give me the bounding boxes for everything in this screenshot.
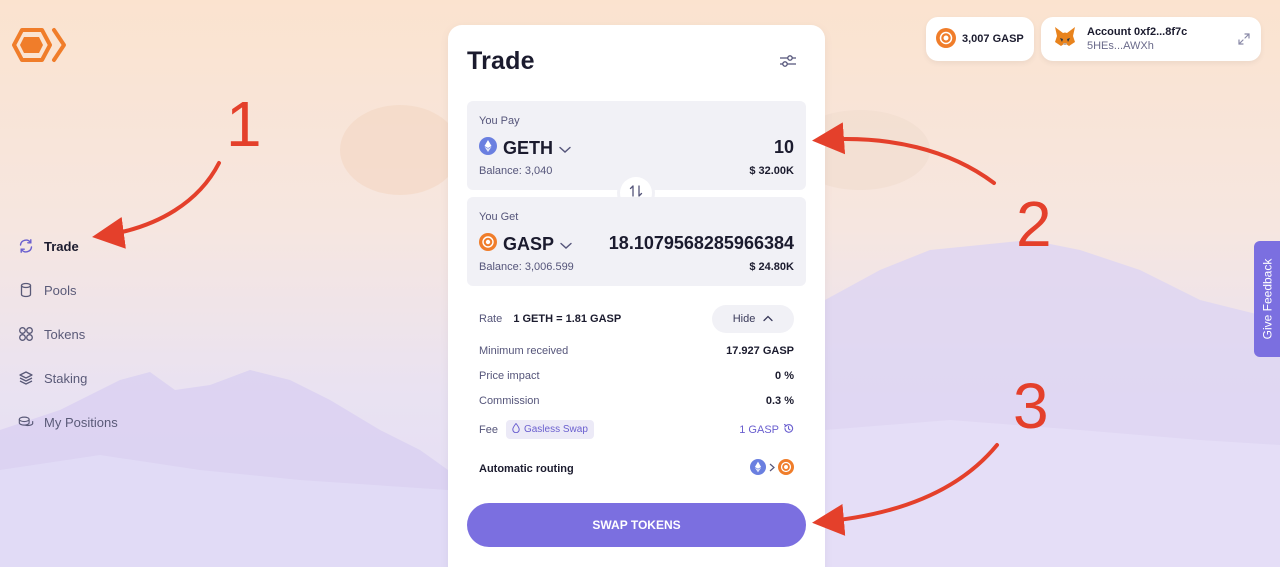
- pay-token-symbol: GETH: [503, 138, 554, 158]
- hide-label: Hide: [732, 313, 756, 325]
- pay-balance: Balance: 3,040: [479, 165, 553, 177]
- get-token-symbol: GASP: [503, 234, 555, 254]
- hexagon-logo-icon: [12, 28, 66, 62]
- ethereum-icon: [750, 459, 766, 478]
- price-impact-value: 0 %: [775, 370, 794, 382]
- drop-icon: [512, 422, 520, 436]
- commission-row: Commission 0.3 %: [479, 395, 794, 407]
- sidebar-item-pools[interactable]: Pools: [18, 268, 118, 312]
- gasp-token-icon: [936, 27, 956, 51]
- account-pill[interactable]: Account 0xf2...8f7c 5HEs...AWXh: [1041, 17, 1261, 61]
- min-received-value: 17.927 GASP: [726, 345, 794, 357]
- swap-tokens-button[interactable]: SWAP TOKENS: [467, 503, 806, 547]
- trade-card: Trade You Pay GETH 10 Balance: 3,040 $ 3…: [448, 25, 825, 567]
- pay-label: You Pay: [479, 115, 520, 127]
- get-label: You Get: [479, 211, 519, 223]
- annotation-number-3: 3: [1013, 370, 1049, 442]
- give-feedback-label: Give Feedback: [1260, 258, 1274, 340]
- sidebar-nav: Trade Pools Tokens Staking My Positions: [18, 224, 118, 444]
- sidebar-item-label: My Positions: [44, 414, 118, 430]
- sidebar-item-my-positions[interactable]: My Positions: [18, 400, 118, 444]
- cylinder-icon: [18, 282, 34, 298]
- commission-value: 0.3 %: [765, 395, 794, 407]
- settings-sliders-icon[interactable]: [779, 53, 797, 74]
- fee-amount: 1 GASP: [739, 423, 779, 436]
- get-balance: Balance: 3,006.599: [479, 261, 574, 273]
- sidebar-item-tokens[interactable]: Tokens: [18, 312, 118, 356]
- sidebar-item-label: Trade: [44, 238, 79, 254]
- get-token-selector[interactable]: GASP: [479, 233, 572, 256]
- layers-icon: [18, 370, 34, 386]
- annotation-number-2: 2: [1016, 188, 1052, 260]
- expand-icon[interactable]: [1237, 32, 1251, 51]
- sidebar-item-label: Pools: [44, 282, 77, 298]
- rate-value: 1 GETH = 1.81 GASP: [513, 313, 622, 325]
- chevron-down-icon: [560, 234, 572, 255]
- price-impact-label: Price impact: [479, 370, 540, 382]
- fee-label: Fee: [479, 423, 498, 436]
- fee-row: Fee Gasless Swap 1 GASP: [479, 420, 794, 439]
- account-address: 5HEs...AWXh: [1087, 40, 1154, 52]
- grid-circles-icon: [18, 326, 34, 342]
- min-received-row: Minimum received 17.927 GASP: [479, 345, 794, 357]
- fee-value[interactable]: 1 GASP: [739, 423, 794, 437]
- refresh-icon: [18, 238, 34, 254]
- min-received-label: Minimum received: [479, 345, 569, 357]
- routing-row: Automatic routing: [479, 459, 794, 478]
- gasp-token-icon: [778, 459, 794, 478]
- get-usd-value: $ 24.80K: [749, 261, 794, 273]
- coins-icon: [18, 414, 34, 430]
- chevron-down-icon: [559, 138, 571, 159]
- gasp-balance-text: 3,007 GASP: [962, 33, 1024, 45]
- gasp-balance-pill[interactable]: 3,007 GASP: [926, 17, 1034, 61]
- page-title: Trade: [467, 47, 535, 75]
- gasp-token-icon: [479, 233, 497, 256]
- account-name: Account 0xf2...8f7c: [1087, 26, 1188, 38]
- metamask-fox-icon: [1053, 26, 1077, 53]
- get-amount-output[interactable]: 18.1079568285966384: [609, 233, 794, 254]
- history-icon: [783, 423, 794, 437]
- pay-amount-input[interactable]: 10: [774, 137, 794, 158]
- get-panel: You Get GASP 18.1079568285966384 Balance…: [467, 197, 806, 286]
- give-feedback-tab[interactable]: Give Feedback: [1254, 241, 1280, 357]
- ethereum-icon: [479, 137, 497, 160]
- annotation-number-1: 1: [226, 88, 262, 160]
- sidebar-item-label: Staking: [44, 370, 88, 386]
- chevron-up-icon: [763, 313, 773, 325]
- rate-label: Rate: [479, 313, 503, 325]
- price-impact-row: Price impact 0 %: [479, 370, 794, 382]
- sidebar-item-label: Tokens: [44, 326, 86, 342]
- pay-usd-value: $ 32.00K: [749, 165, 794, 177]
- sidebar-item-trade[interactable]: Trade: [18, 224, 118, 268]
- commission-label: Commission: [479, 395, 540, 407]
- gasless-swap-badge: Gasless Swap: [505, 420, 594, 439]
- gasless-swap-label: Gasless Swap: [523, 424, 588, 435]
- routing-path: [750, 459, 794, 478]
- sidebar-item-staking[interactable]: Staking: [18, 356, 118, 400]
- app-logo[interactable]: [12, 26, 68, 69]
- rate-row: Rate 1 GETH = 1.81 GASP Hide: [479, 305, 794, 333]
- chevron-right-icon: [769, 463, 775, 475]
- routing-label: Automatic routing: [479, 462, 574, 475]
- pay-token-selector[interactable]: GETH: [479, 137, 571, 160]
- hide-details-button[interactable]: Hide: [712, 305, 794, 333]
